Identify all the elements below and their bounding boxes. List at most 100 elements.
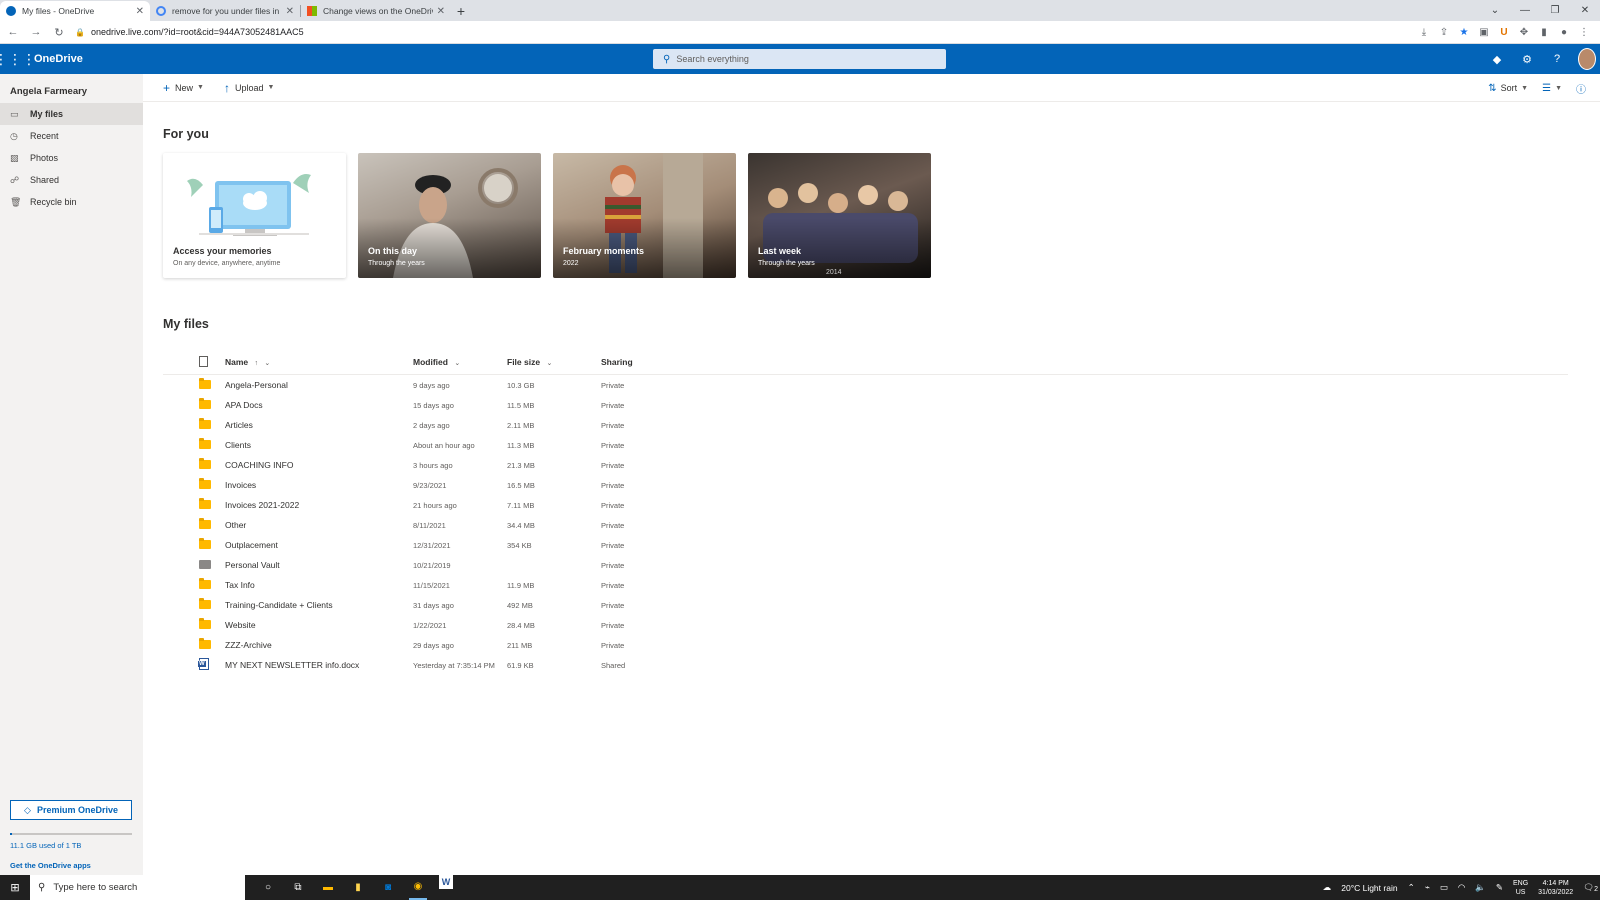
reload-icon[interactable]: ↻ bbox=[49, 22, 69, 42]
table-row[interactable]: APA Docs 15 days ago 11.5 MB Private bbox=[163, 395, 1568, 415]
new-button[interactable]: + New ▼ bbox=[163, 81, 204, 95]
task-view-icon[interactable]: ⧉ bbox=[289, 875, 307, 900]
file-name[interactable]: Invoices 2021-2022 bbox=[225, 500, 413, 510]
sidebar-item-recycle-bin[interactable]: 🗑 Recycle bin bbox=[0, 191, 143, 213]
file-name[interactable]: ZZZ-Archive bbox=[225, 640, 413, 650]
name-column-header[interactable]: Name ↑ ⌄ bbox=[225, 357, 413, 367]
file-name[interactable]: Clients bbox=[225, 440, 413, 450]
sidebar-icon[interactable]: ▮ bbox=[1536, 22, 1552, 42]
browser-tab-microsoft[interactable]: Change views on the OneDrive w ✕ bbox=[301, 1, 451, 21]
storage-text[interactable]: 11.1 GB used of 1 TB bbox=[10, 841, 81, 850]
sidebar-item-recent[interactable]: ◷ Recent bbox=[0, 125, 143, 147]
file-name[interactable]: Personal Vault bbox=[225, 560, 413, 570]
usb-icon[interactable]: ⌁ bbox=[1425, 882, 1430, 893]
table-row[interactable]: MY NEXT NEWSLETTER info.docxYesterday at… bbox=[163, 655, 1568, 675]
premium-onedrive-button[interactable]: ◇ Premium OneDrive bbox=[10, 800, 132, 820]
table-row[interactable]: Invoices 9/23/2021 16.5 MB Private bbox=[163, 475, 1568, 495]
file-name[interactable]: Other bbox=[225, 520, 413, 530]
file-name[interactable]: Training-Candidate + Clients bbox=[225, 600, 413, 610]
restore-icon[interactable]: ❐ bbox=[1540, 0, 1570, 21]
kebab-menu-icon[interactable]: ⋮ bbox=[1576, 22, 1592, 42]
outlook-icon[interactable]: ◙ bbox=[379, 875, 397, 900]
view-options-button[interactable]: ☰ ▼ bbox=[1542, 83, 1562, 94]
chrome-icon[interactable]: ◉ bbox=[409, 875, 427, 900]
file-name[interactable]: Invoices bbox=[225, 480, 413, 490]
avatar[interactable] bbox=[1578, 48, 1596, 70]
memories-card[interactable]: Access your memories On any device, anyw… bbox=[163, 153, 346, 278]
new-tab-button[interactable]: + bbox=[451, 1, 471, 21]
modified-column-header[interactable]: Modified ⌄ bbox=[413, 357, 507, 367]
table-row[interactable]: Personal Vault 10/21/2019 Private bbox=[163, 555, 1568, 575]
file-name[interactable]: APA Docs bbox=[225, 400, 413, 410]
sidebar-item-shared[interactable]: ☍ Shared bbox=[0, 169, 143, 191]
bookmark-star-icon[interactable]: ★ bbox=[1456, 22, 1472, 42]
word-icon[interactable]: W bbox=[439, 875, 453, 889]
file-name[interactable]: MY NEXT NEWSLETTER info.docx bbox=[225, 660, 413, 670]
notification-icon[interactable]: 🗨 2 bbox=[1583, 882, 1598, 893]
sidebar-item-my-files[interactable]: ▭ My files bbox=[0, 103, 143, 125]
file-explorer-icon[interactable]: ▬ bbox=[319, 875, 337, 900]
brand-title[interactable]: OneDrive bbox=[34, 53, 83, 65]
upload-button[interactable]: ↑ Upload ▼ bbox=[224, 81, 274, 95]
on-this-day-card[interactable]: On this day Through the years bbox=[358, 153, 541, 278]
battery-icon[interactable]: ▭ bbox=[1440, 882, 1448, 893]
table-row[interactable]: Invoices 2021-2022 21 hours ago 7.11 MB Pri… bbox=[163, 495, 1568, 515]
sticky-notes-icon[interactable]: ▮ bbox=[349, 875, 367, 900]
file-name[interactable]: Website bbox=[225, 620, 413, 630]
browser-tab-onedrive[interactable]: My files - OneDrive ✕ bbox=[0, 1, 150, 21]
last-week-card[interactable]: Last week Through the years 2014 bbox=[748, 153, 931, 278]
sort-button[interactable]: ⇅ Sort ▼ bbox=[1488, 83, 1528, 94]
table-row[interactable]: Training-Candidate + Clients 31 days ago 4… bbox=[163, 595, 1568, 615]
table-row[interactable]: Other 8/11/2021 34.4 MB Private bbox=[163, 515, 1568, 535]
forward-icon[interactable]: → bbox=[26, 22, 46, 42]
sharing-column-header[interactable]: Sharing bbox=[601, 357, 721, 367]
info-icon[interactable]: ⓘ bbox=[1576, 81, 1586, 96]
u-extension-icon[interactable]: U bbox=[1496, 22, 1512, 42]
table-row[interactable]: ZZZ-Archive 29 days ago 211 MB Private bbox=[163, 635, 1568, 655]
premium-diamond-icon[interactable]: ◆ bbox=[1488, 53, 1506, 66]
profile-avatar-icon[interactable]: ● bbox=[1556, 22, 1572, 42]
gear-icon[interactable]: ⚙ bbox=[1518, 53, 1536, 66]
weather-text[interactable]: 20°C Light rain bbox=[1341, 883, 1397, 893]
tab-search-icon[interactable]: ⌄ bbox=[1480, 0, 1510, 21]
windows-start-icon[interactable]: ⊞ bbox=[0, 875, 30, 900]
sidebar-item-photos[interactable]: ▨ Photos bbox=[0, 147, 143, 169]
file-name[interactable]: COACHING INFO bbox=[225, 460, 413, 470]
share-icon[interactable]: ⇪ bbox=[1436, 22, 1452, 42]
extension-icon[interactable]: ▣ bbox=[1476, 22, 1492, 42]
taskbar-search-input[interactable]: ⚲ Type here to search bbox=[30, 875, 245, 900]
pen-icon[interactable]: ✎ bbox=[1496, 882, 1503, 893]
language-indicator[interactable]: ENG US bbox=[1513, 879, 1528, 897]
file-name[interactable]: Outplacement bbox=[225, 540, 413, 550]
table-row[interactable]: Clients About an hour ago 11.3 MB Private bbox=[163, 435, 1568, 455]
minimize-icon[interactable]: — bbox=[1510, 0, 1540, 21]
volume-icon[interactable]: 🔈 bbox=[1475, 882, 1486, 893]
file-name[interactable]: Angela-Personal bbox=[225, 380, 413, 390]
install-icon[interactable]: ⤓ bbox=[1416, 22, 1432, 42]
table-row[interactable]: Outplacement 12/31/2021 354 KB Private bbox=[163, 535, 1568, 555]
get-apps-link[interactable]: Get the OneDrive apps bbox=[10, 861, 91, 870]
february-moments-card[interactable]: February moments 2022 bbox=[553, 153, 736, 278]
clock[interactable]: 4:14 PM 31/03/2022 bbox=[1538, 879, 1573, 897]
wifi-icon[interactable]: ◠ bbox=[1458, 882, 1465, 893]
app-launcher-icon[interactable]: ⋮⋮⋮ bbox=[0, 44, 36, 74]
close-tab-icon[interactable]: ✕ bbox=[136, 6, 144, 17]
cortana-icon[interactable]: ○ bbox=[259, 875, 277, 900]
table-row[interactable]: Angela-Personal 9 days ago 10.3 GB Private bbox=[163, 375, 1568, 395]
help-icon[interactable]: ? bbox=[1548, 53, 1566, 65]
puzzle-icon[interactable]: ✥ bbox=[1516, 22, 1532, 42]
search-input[interactable]: ⚲ Search everything bbox=[653, 49, 946, 69]
url-field[interactable]: 🔒 onedrive.live.com/?id=root&cid=944A730… bbox=[75, 23, 304, 41]
close-tab-icon[interactable]: ✕ bbox=[286, 6, 294, 17]
file-name[interactable]: Articles bbox=[225, 420, 413, 430]
lock-icon[interactable]: 🔒 bbox=[75, 28, 85, 37]
table-row[interactable]: Tax Info 11/15/2021 11.9 MB Private bbox=[163, 575, 1568, 595]
table-row[interactable]: Website 1/22/2021 28.4 MB Private bbox=[163, 615, 1568, 635]
chevron-up-icon[interactable]: ⌃ bbox=[1408, 882, 1415, 893]
file-name[interactable]: Tax Info bbox=[225, 580, 413, 590]
back-icon[interactable]: ← bbox=[3, 22, 23, 42]
size-column-header[interactable]: File size ⌄ bbox=[507, 357, 601, 367]
table-row[interactable]: COACHING INFO 3 hours ago 21.3 MB Private bbox=[163, 455, 1568, 475]
close-window-icon[interactable]: ✕ bbox=[1570, 0, 1600, 21]
browser-tab-google[interactable]: remove for you under files in one ✕ bbox=[150, 1, 300, 21]
